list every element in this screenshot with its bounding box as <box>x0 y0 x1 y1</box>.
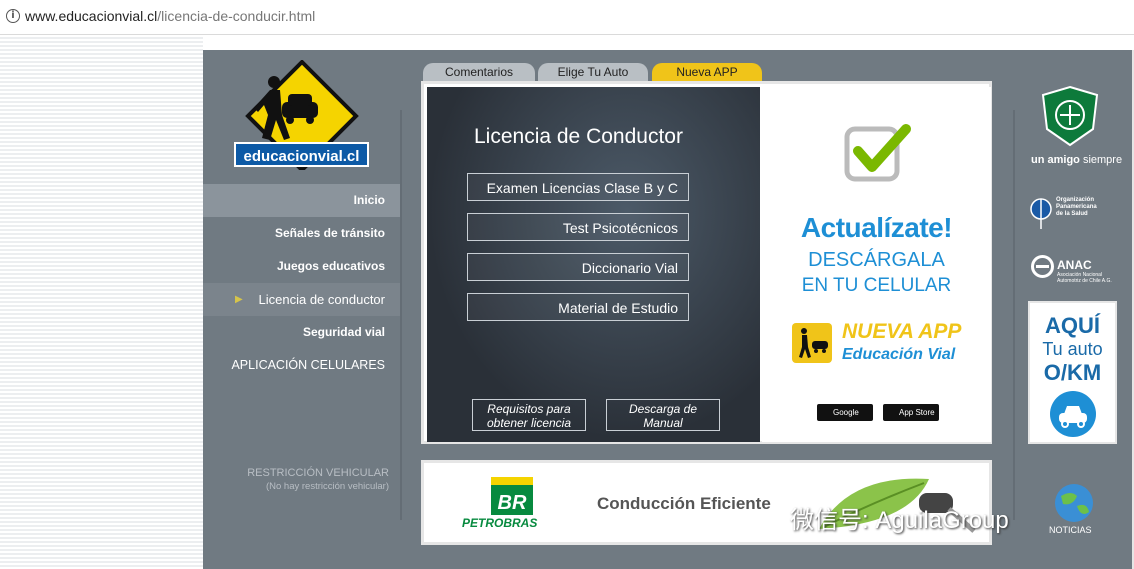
news-label[interactable]: NOTICIAS <box>1049 525 1092 535</box>
panel-title: Licencia de Conductor <box>474 125 683 148</box>
banner-text: Conducción Eficiente <box>597 494 771 513</box>
download-manual-button[interactable]: Descarga de Manual <box>606 399 720 431</box>
nav-item-senales[interactable]: Señales de tránsito <box>203 217 400 250</box>
main-panel: Licencia de Conductor Examen Licencias C… <box>421 81 992 444</box>
button-line: Descarga de <box>628 402 698 416</box>
ad-headline: Actualízate! <box>800 212 953 243</box>
restriction-title: RESTRICCIÓN VEHICULAR <box>247 467 389 479</box>
nav-label: Licencia de conductor <box>258 292 385 307</box>
watermark: 微信号: AguilaGroup <box>790 507 1009 534</box>
anac-subtitle: Asociación Nacional Automotriz de Chile … <box>1057 272 1112 284</box>
button-line: Manual <box>643 416 683 430</box>
app-ad[interactable]: Actualízate! DESCÁRGALA EN TU CELULAR NU… <box>762 87 991 442</box>
carabineros-badge-icon[interactable] <box>1041 85 1099 147</box>
ops-line: Organización <box>1056 197 1095 203</box>
tab-elige-tu-auto[interactable]: Elige Tu Auto <box>538 63 648 81</box>
app-store-badge[interactable]: App Store <box>883 404 939 421</box>
nav-item-aplicacion[interactable]: APLICACIÓN CELULARES <box>203 349 400 382</box>
exam-button[interactable]: Examen Licencias Clase B y C <box>467 173 689 201</box>
google-play-badge[interactable]: Google Play <box>817 404 873 434</box>
info-icon[interactable]: i <box>6 9 20 23</box>
tab-label: Comentarios <box>444 65 514 79</box>
car-icon <box>1049 391 1096 437</box>
page-background <box>0 35 203 569</box>
restriction-subtitle: (No hay restricción vehicular) <box>265 481 389 492</box>
anac-line: Automotriz de Chile A.G. <box>1057 278 1112 284</box>
address-bar[interactable]: i www.educacionvial.cl/licencia-de-condu… <box>0 0 1134 35</box>
app-store-label: App Store <box>899 408 935 417</box>
study-material-button[interactable]: Material de Estudio <box>467 293 689 321</box>
restriction-box[interactable]: RESTRICCIÓN VEHICULAR (No hay restricció… <box>203 467 389 492</box>
tab-comentarios[interactable]: Comentarios <box>423 63 535 81</box>
divider <box>1013 110 1015 520</box>
requirements-button[interactable]: Requisitos para obtener licencia <box>472 399 586 431</box>
tab-label: Elige Tu Auto <box>557 65 629 79</box>
logo-label[interactable]: educacionvial.cl <box>234 142 369 167</box>
dictionary-button[interactable]: Diccionario Vial <box>467 253 689 281</box>
ops-line: de la Salud <box>1056 211 1088 217</box>
license-panel: Licencia de Conductor Examen Licencias C… <box>427 87 760 442</box>
google-play-label: Google Play <box>833 408 859 434</box>
psychotechnic-button[interactable]: Test Psicotécnicos <box>467 213 689 241</box>
ad-line2: EN TU CELULAR <box>801 275 952 296</box>
nav-label: Juegos educativos <box>276 259 385 273</box>
tu-auto-text: Tu auto <box>1042 339 1103 359</box>
nav-item-inicio[interactable]: Inicio <box>203 184 400 217</box>
ad-line1: DESCÁRGALA <box>808 249 945 271</box>
main-nav: Inicio Señales de tránsito Juegos educat… <box>203 184 400 382</box>
tu-auto-ad[interactable]: AQUÍ Tu auto O/KM <box>1028 301 1117 444</box>
petrobras-brand: PETROBRAS <box>462 516 538 530</box>
nav-label: Señales de tránsito <box>274 226 385 240</box>
ops-label: Organización Panamericana de la Salud <box>1056 197 1097 218</box>
button-line: Requisitos para <box>487 402 571 416</box>
ad-app-title: NUEVA APP <box>842 320 962 343</box>
ops-globe-icon[interactable] <box>1029 195 1053 229</box>
ad-app-subtitle: Educación Vial <box>842 346 956 363</box>
nav-label: APLICACIÓN CELULARES <box>231 358 385 372</box>
url-text[interactable]: www.educacionvial.cl/licencia-de-conduci… <box>25 8 315 24</box>
button-line: obtener licencia <box>486 416 572 430</box>
globe-news-icon[interactable] <box>1053 482 1095 524</box>
anac-title: ANAC <box>1057 258 1092 272</box>
app-icon <box>792 323 832 363</box>
nav-item-seguridad[interactable]: Seguridad vial <box>203 316 400 349</box>
okm-text: O/KM <box>1043 360 1102 385</box>
nav-label: Inicio <box>353 193 385 207</box>
aqui-text: AQUÍ <box>1045 313 1100 338</box>
tab-nueva-app[interactable]: Nueva APP <box>652 63 762 81</box>
carabineros-slogan: un amigo siempre <box>1031 154 1123 166</box>
divider <box>400 110 402 520</box>
play-arrow-icon: ▶ <box>235 294 243 305</box>
nav-item-licencia[interactable]: ▶ Licencia de conductor <box>203 283 400 316</box>
ops-line: Panamericana <box>1056 204 1097 210</box>
nav-item-juegos[interactable]: Juegos educativos <box>203 250 400 283</box>
svg-text:BR: BR <box>498 492 527 514</box>
checkmark-icon <box>844 124 911 182</box>
anac-logo-icon[interactable] <box>1031 255 1054 278</box>
tab-label: Nueva APP <box>676 65 738 79</box>
nav-label: Seguridad vial <box>302 325 385 339</box>
petrobras-logo-icon: BR <box>491 477 533 515</box>
